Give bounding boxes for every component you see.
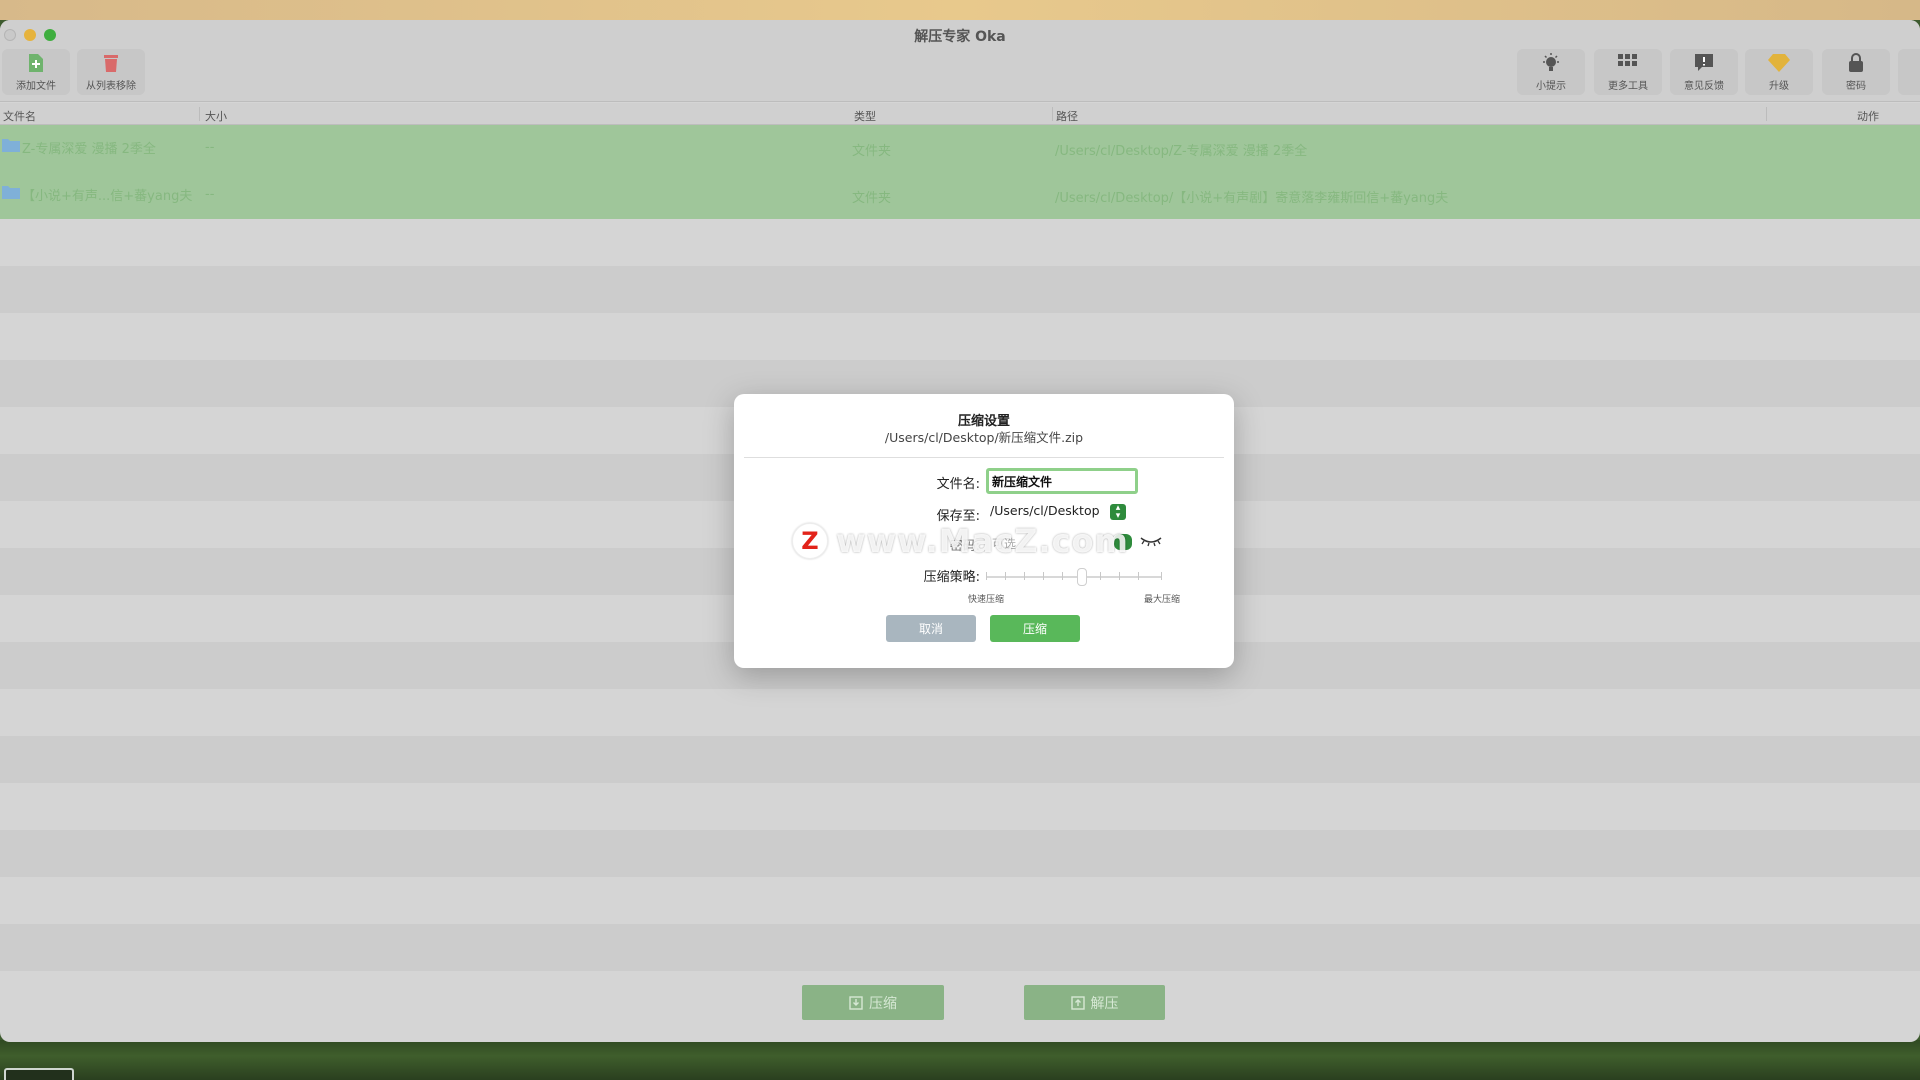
slider-min-label: 快速压缩	[968, 595, 1005, 605]
column-type-header[interactable]: 类型	[854, 108, 876, 124]
empty-row	[0, 924, 1920, 971]
column-size-header[interactable]: 大小	[205, 108, 227, 124]
diamond-icon	[1768, 52, 1790, 74]
filename-label: 文件名:	[936, 477, 980, 492]
tips-button[interactable]: 小提示	[1517, 49, 1585, 95]
archive-icon	[849, 995, 863, 1010]
strategy-label: 压缩策略:	[923, 570, 980, 585]
dialog-output-path: /Users/cl/Desktop/新压缩文件.zip	[884, 430, 1084, 445]
column-name-header[interactable]: 文件名	[3, 108, 36, 124]
slider-tick	[1100, 572, 1101, 580]
more-tools-button[interactable]: 更多工具	[1594, 49, 1662, 95]
empty-row	[0, 877, 1920, 924]
column-divider	[199, 107, 200, 121]
table-row[interactable]: 【小说+有声...信+蕃yang夫 -- 文件夹 /Users/cl/Deskt…	[0, 172, 1920, 219]
extract-label: 解压	[1090, 995, 1119, 1012]
feedback-label: 意见反馈	[1684, 81, 1724, 92]
toolbar-overflow[interactable]	[1898, 49, 1920, 95]
watermark-text: www.MacZ.com	[836, 522, 1129, 560]
slider-tick	[1062, 572, 1063, 580]
cancel-button[interactable]: 取消	[886, 615, 976, 642]
strategy-slider-track[interactable]	[986, 576, 1162, 578]
file-size: --	[205, 187, 215, 202]
empty-row	[0, 783, 1920, 830]
chevron-updown-icon: ▴ ▾	[1110, 504, 1126, 521]
save-location-value: /Users/cl/Desktop	[990, 503, 1100, 518]
folder-icon	[2, 186, 20, 199]
file-type: 文件夹	[852, 144, 892, 159]
dialog-divider	[744, 457, 1224, 458]
slider-tick	[1119, 572, 1120, 580]
upgrade-button[interactable]: 升级	[1745, 49, 1813, 95]
slider-tick	[1005, 572, 1006, 580]
desktop-wallpaper-top	[0, 0, 1920, 20]
file-path: /Users/cl/Desktop/Z-专属深爱 漫播 2季全	[1055, 144, 1308, 159]
column-divider	[1052, 107, 1053, 121]
empty-row	[0, 689, 1920, 736]
window-title: 解压专家 Oka	[914, 29, 1006, 45]
archive-icon	[1070, 995, 1085, 1010]
watermark: Z www.MacZ.com	[792, 522, 1129, 560]
add-file-label: 添加文件	[16, 81, 56, 92]
compress-label: 压缩	[869, 995, 897, 1012]
lock-icon	[1845, 52, 1867, 74]
slider-tick	[1043, 572, 1044, 580]
titlebar: 解压专家 Oka 添加文件 从列表移除 小提示 更多工具 意见反馈 升级 密码	[0, 20, 1920, 102]
watermark-logo: Z	[792, 523, 828, 559]
empty-row	[0, 313, 1920, 360]
file-size: --	[205, 140, 215, 155]
slider-max-label: 最大压缩	[1144, 595, 1181, 605]
filename-input[interactable]	[986, 468, 1138, 494]
compress-button[interactable]: 压缩	[802, 985, 944, 1020]
file-name: Z-专属深爱 漫播 2季全	[22, 142, 156, 157]
dock-preview	[4, 1068, 74, 1080]
column-header: 文件名 大小 类型 路径 动作	[0, 103, 1920, 125]
empty-row	[0, 219, 1920, 266]
upgrade-label: 升级	[1769, 81, 1789, 92]
remove-from-list-label: 从列表移除	[86, 81, 136, 92]
password-button[interactable]: 密码	[1822, 49, 1890, 95]
slider-tick	[1024, 572, 1025, 580]
desktop-wallpaper-bottom	[0, 1040, 1920, 1080]
feedback-button[interactable]: 意见反馈	[1670, 49, 1738, 95]
slider-tick	[1138, 572, 1139, 580]
add-file-button[interactable]: 添加文件	[2, 49, 70, 95]
feedback-icon	[1693, 52, 1715, 74]
empty-row	[0, 830, 1920, 877]
save-location-select[interactable]: /Users/cl/Desktop ▴ ▾	[986, 502, 1126, 522]
add-file-icon	[25, 52, 47, 74]
confirm-compress-button[interactable]: 压缩	[990, 615, 1080, 642]
slider-tick	[1161, 572, 1162, 580]
eye-closed-icon[interactable]	[1140, 534, 1162, 548]
empty-row	[0, 266, 1920, 313]
more-tools-label: 更多工具	[1608, 81, 1648, 92]
lightbulb-icon	[1540, 52, 1562, 74]
table-row[interactable]: Z-专属深爱 漫播 2季全 -- 文件夹 /Users/cl/Desktop/Z…	[0, 125, 1920, 172]
file-type: 文件夹	[852, 191, 892, 206]
folder-icon	[2, 139, 20, 152]
column-divider	[1766, 107, 1767, 121]
password-label: 密码	[1846, 81, 1866, 92]
extract-button[interactable]: 解压	[1024, 985, 1165, 1020]
tips-label: 小提示	[1536, 81, 1566, 92]
grid-icon	[1617, 52, 1639, 74]
strategy-slider-thumb[interactable]	[1077, 568, 1087, 586]
file-path: /Users/cl/Desktop/【小说+有声剧】寄意落李雍斯回信+蕃yang…	[1055, 191, 1449, 206]
trash-icon	[100, 52, 122, 74]
column-action-header[interactable]: 动作	[1857, 108, 1879, 124]
slider-tick	[986, 572, 987, 580]
remove-from-list-button[interactable]: 从列表移除	[77, 49, 145, 95]
file-name: 【小说+有声...信+蕃yang夫	[22, 189, 193, 204]
column-path-header[interactable]: 路径	[1056, 108, 1078, 124]
empty-row	[0, 736, 1920, 783]
